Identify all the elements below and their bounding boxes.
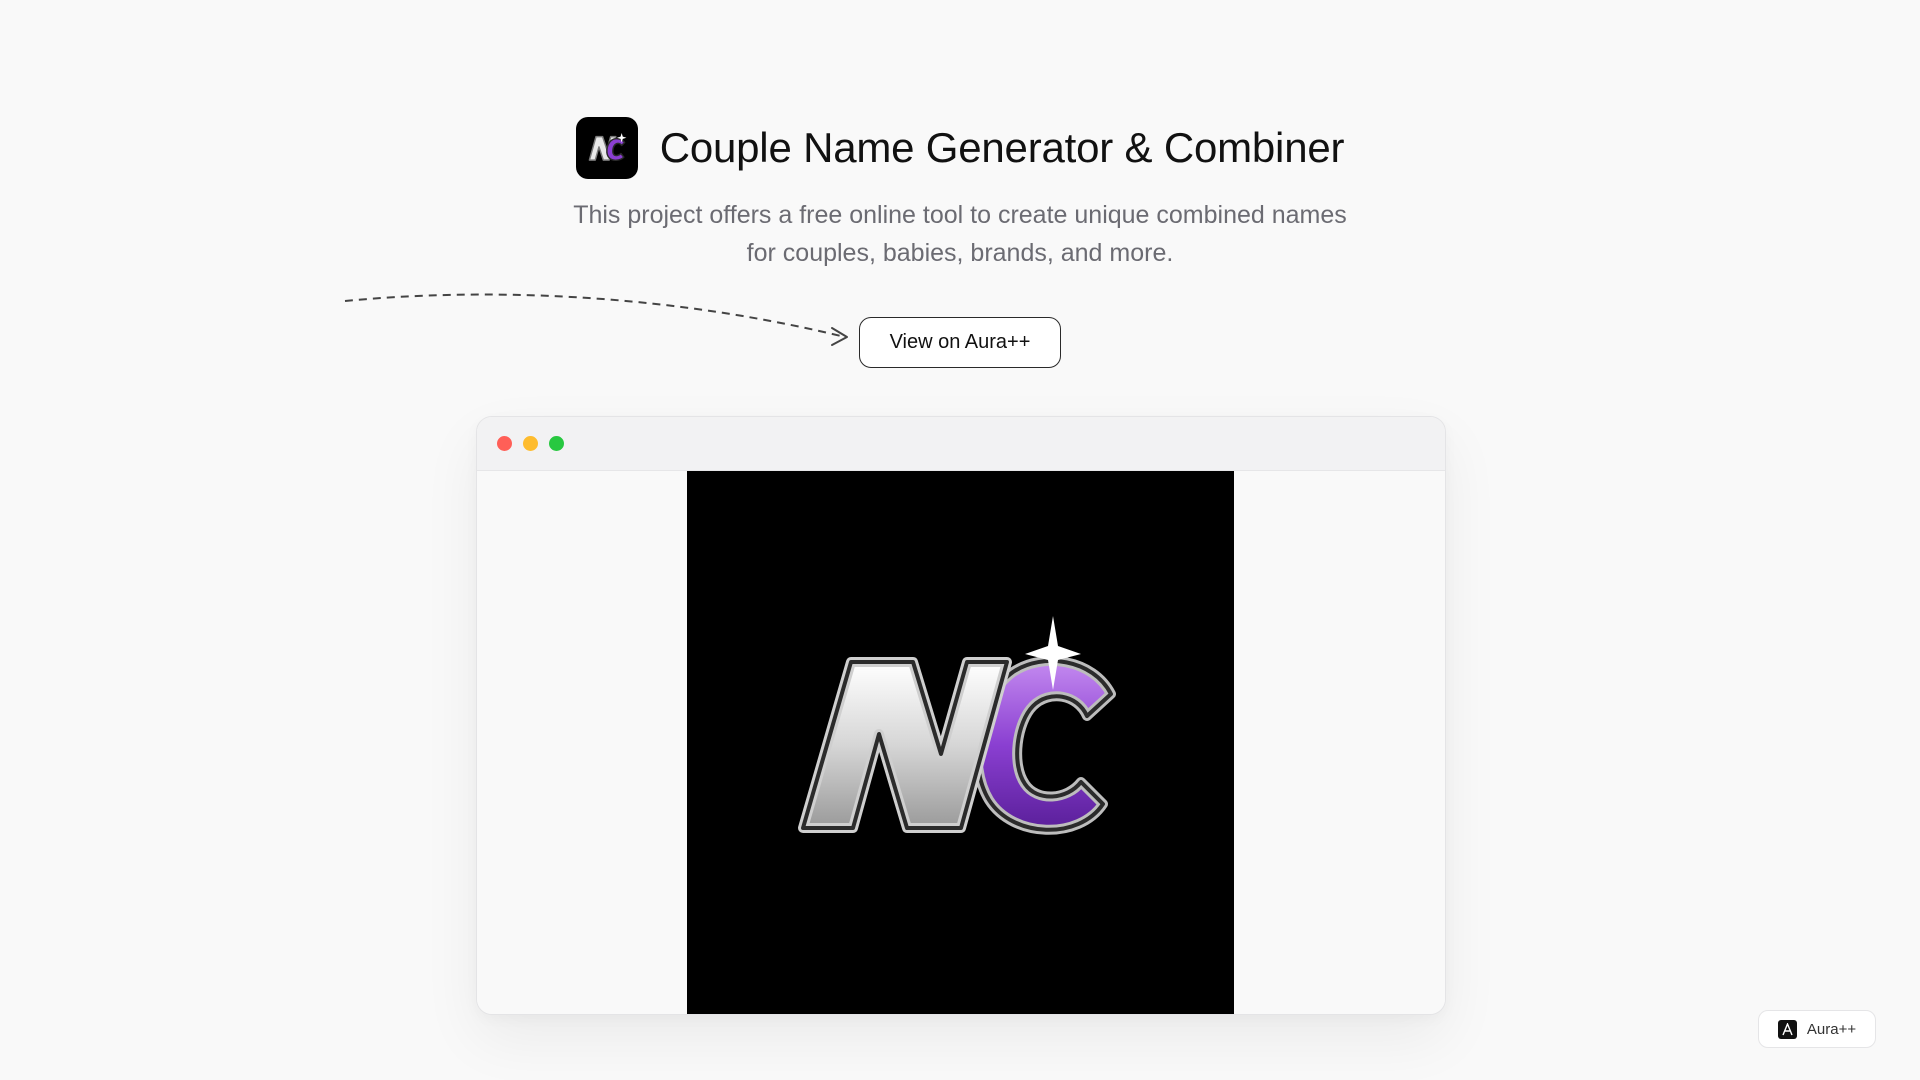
badge-label: Aura++ xyxy=(1806,1020,1857,1038)
page-subtitle: This project offers a free online tool t… xyxy=(573,201,1347,267)
maximize-dot-icon[interactable] xyxy=(549,436,564,451)
page: Couple Name Generator & Combiner This pr… xyxy=(0,0,1920,1080)
browser-window xyxy=(476,416,1446,1015)
header: Couple Name Generator & Combiner xyxy=(0,117,1920,179)
aura-logo-icon xyxy=(1777,1019,1797,1039)
close-dot-icon[interactable] xyxy=(497,436,512,451)
browser-content xyxy=(477,471,1445,1014)
nc-logo-icon xyxy=(575,117,638,179)
view-on-aura-button[interactable]: View on Aura++ xyxy=(859,317,1061,368)
page-title: Couple Name Generator & Combiner xyxy=(659,124,1345,171)
minimize-dot-icon[interactable] xyxy=(523,436,538,451)
preview-image xyxy=(687,471,1234,1014)
nc-logo-icon xyxy=(797,615,1116,835)
browser-titlebar xyxy=(477,417,1445,471)
aura-badge[interactable]: Aura++ xyxy=(1758,1010,1876,1048)
dashed-arrow-icon xyxy=(344,293,848,346)
